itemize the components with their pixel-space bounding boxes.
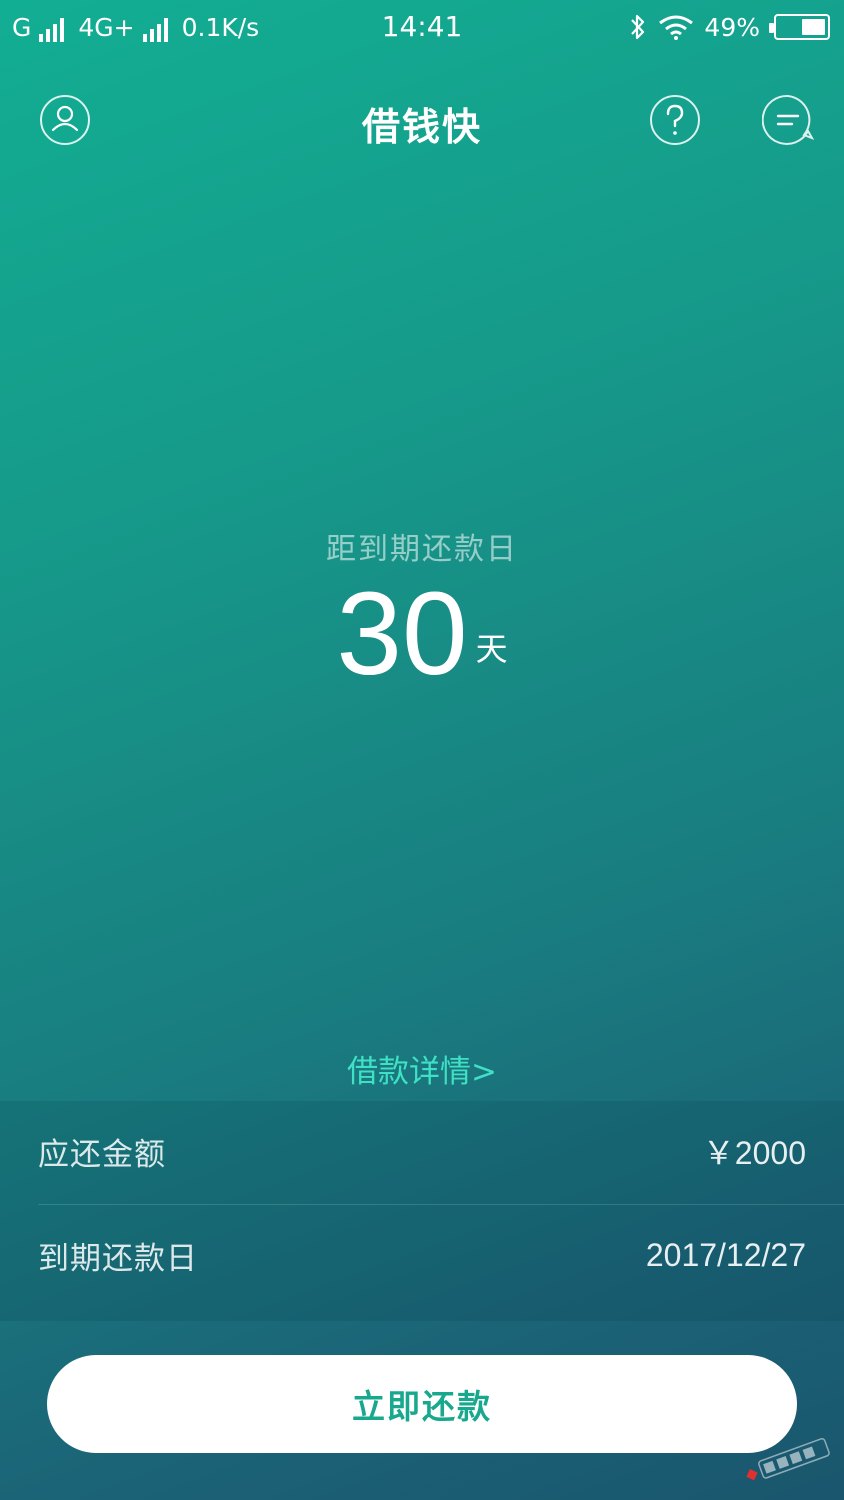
repayment-info-panel: 应还金额 ￥2000 到期还款日 2017/12/27 bbox=[0, 1101, 844, 1321]
countdown-display: 30 天 bbox=[0, 574, 844, 694]
bluetooth-icon bbox=[631, 14, 645, 40]
amount-label: 应还金额 bbox=[38, 1136, 166, 1173]
help-icon bbox=[650, 95, 700, 145]
status-bar: G 4G+ 0.1K/s 14:41 49% bbox=[0, 0, 844, 56]
battery-fill bbox=[802, 19, 825, 35]
message-button[interactable] bbox=[761, 94, 815, 146]
app-header: 借钱快 bbox=[0, 88, 844, 152]
countdown-label: 距到期还款日 bbox=[326, 532, 518, 567]
page-title: 借钱快 bbox=[361, 105, 482, 149]
amount-value: ￥2000 bbox=[702, 1135, 806, 1171]
countdown-days: 30 bbox=[336, 568, 468, 700]
countdown-unit: 天 bbox=[475, 630, 508, 668]
watermark-logo bbox=[746, 1438, 830, 1481]
wifi-icon bbox=[659, 15, 694, 40]
battery-icon bbox=[769, 14, 830, 40]
amount-row: 应还金额 ￥2000 bbox=[38, 1101, 806, 1201]
battery-percent: 49% bbox=[704, 12, 760, 42]
due-date-label: 到期还款日 bbox=[38, 1240, 198, 1277]
message-icon bbox=[761, 94, 815, 145]
due-date-row: 到期还款日 2017/12/27 bbox=[38, 1205, 806, 1305]
repay-now-button[interactable]: 立即还款 bbox=[47, 1355, 797, 1453]
loan-details-link[interactable]: 借款详情> bbox=[0, 1046, 844, 1091]
status-right: 49% bbox=[628, 12, 830, 42]
help-button[interactable] bbox=[649, 94, 701, 146]
due-date-value: 2017/12/27 bbox=[645, 1236, 806, 1273]
